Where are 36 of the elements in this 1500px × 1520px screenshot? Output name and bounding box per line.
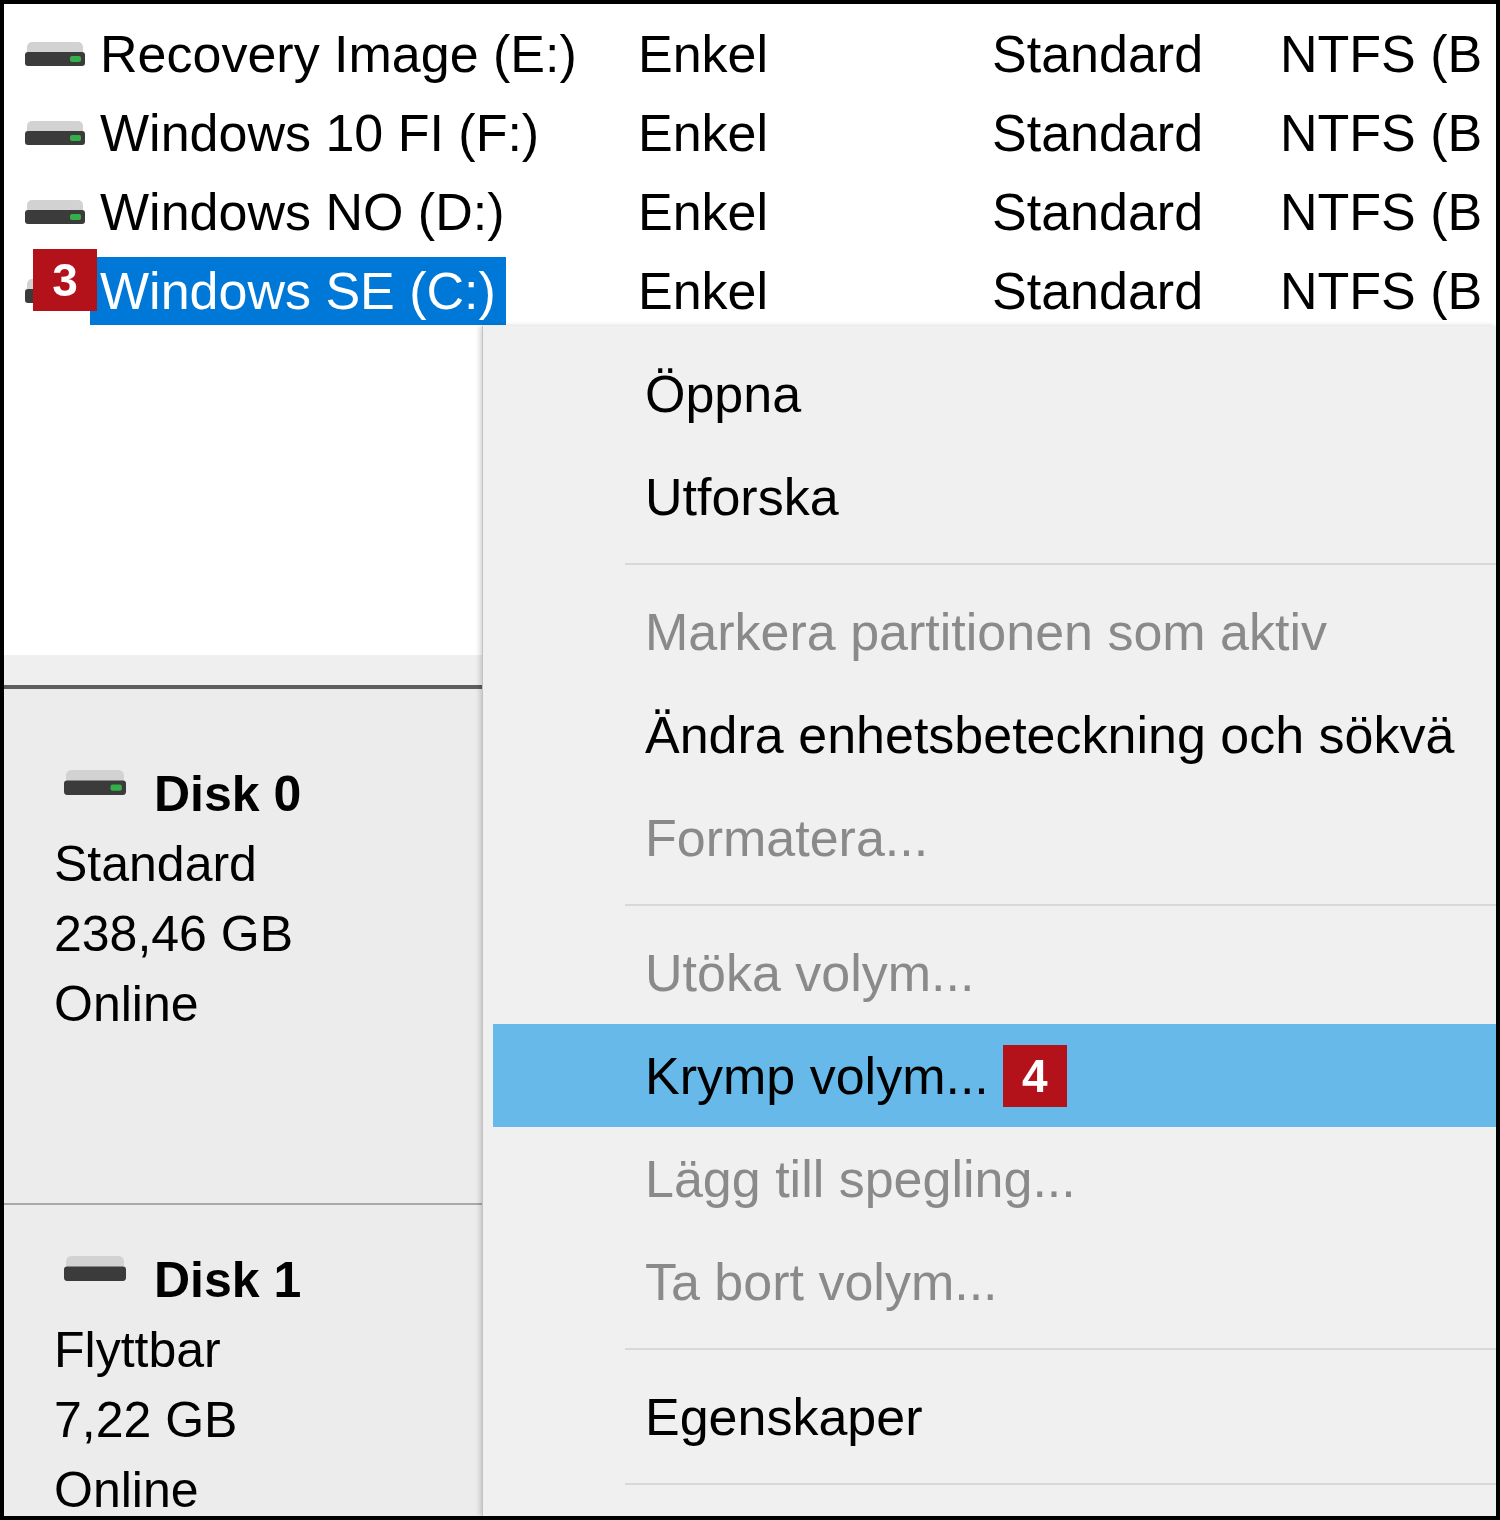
volume-name[interactable]: Windows 10 FI (F:) xyxy=(90,98,550,167)
table-cell-text: Enkel xyxy=(638,260,770,321)
table-cell-text: Enkel xyxy=(638,23,770,84)
disk-icon xyxy=(64,769,126,795)
disk-info: Standard xyxy=(54,835,258,894)
table-cell-text: Standard xyxy=(992,23,1205,84)
table-cell-text: Enkel xyxy=(638,181,770,242)
table-cell-text: Standard xyxy=(992,181,1205,242)
table-cell-text: NTFS (B xyxy=(1280,102,1484,163)
disk-icon xyxy=(64,1255,126,1281)
disk-info: Flyttbar xyxy=(54,1321,222,1380)
table-cell-text: Standard xyxy=(992,260,1205,321)
table-cell-text: NTFS (B xyxy=(1280,260,1484,321)
disk-info: Online xyxy=(54,975,200,1034)
table-cell-text: NTFS (B xyxy=(1280,181,1484,242)
table-cell-text: NTFS (B xyxy=(1280,23,1484,84)
volume-name[interactable]: Windows SE (C:) xyxy=(90,256,506,325)
drive-icon xyxy=(25,199,85,224)
drive-icon xyxy=(25,41,85,66)
volume-name[interactable]: Windows NO (D:) xyxy=(90,177,515,246)
step-badge: 3 xyxy=(33,249,97,311)
disk-info: Online xyxy=(54,1461,200,1516)
table-cell-text: Standard xyxy=(992,102,1205,163)
menu-item[interactable]: Krymp volym... 4 xyxy=(493,1024,1496,1127)
menu-item[interactable]: Utforska xyxy=(493,445,1496,548)
menu-item[interactable]: Egenskaper xyxy=(493,1365,1496,1468)
step-badge: 4 xyxy=(1002,1044,1067,1107)
table-cell-text: Enkel xyxy=(638,102,770,163)
menu-item[interactable]: Ändra enhetsbeteckning och sökvä xyxy=(493,683,1496,786)
drive-icon xyxy=(25,120,85,145)
menu-item[interactable]: Öppna xyxy=(493,342,1496,445)
disk-title: Disk 0 xyxy=(154,765,302,823)
disk-title: Disk 1 xyxy=(154,1251,302,1309)
volume-name[interactable]: Recovery Image (E:) xyxy=(90,19,587,88)
disk-info: 238,46 GB xyxy=(54,905,295,964)
disk-info: 7,22 GB xyxy=(54,1391,239,1450)
